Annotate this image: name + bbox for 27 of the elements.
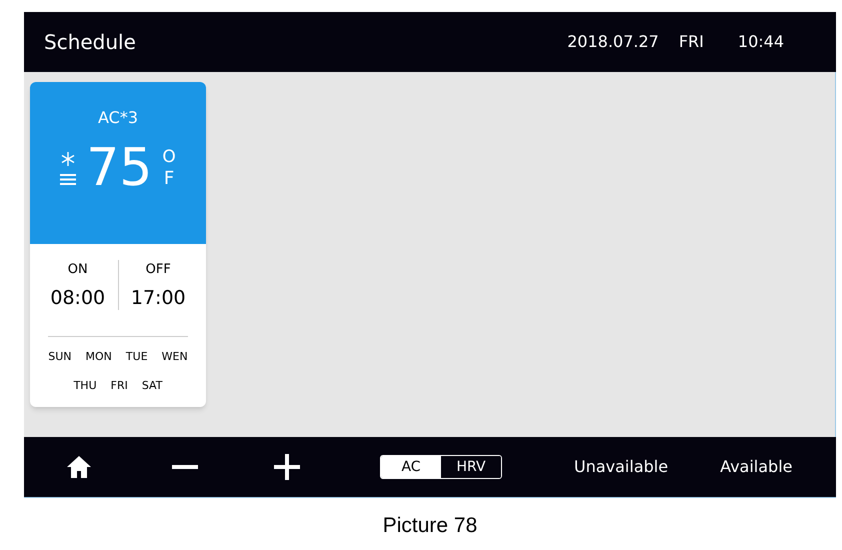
on-label: ON <box>68 261 88 279</box>
off-time: 17:00 <box>130 286 186 310</box>
weekday-label: TUE <box>126 349 148 365</box>
figure-caption: Picture 78 <box>382 513 478 539</box>
weekday-label: MON <box>86 349 112 365</box>
weekday-label: THU <box>74 378 97 394</box>
screen-title: Schedule <box>44 29 136 56</box>
weekday-label: SAT <box>142 378 162 394</box>
off-label: OFF <box>146 261 171 279</box>
unavailable-label[interactable]: Unavailable <box>574 455 668 479</box>
available-label[interactable]: Available <box>720 455 792 479</box>
unit-name: AC*3 <box>98 107 138 129</box>
weekday-label: WEN <box>162 349 188 365</box>
mode-toggle-option[interactable]: AC <box>381 456 441 478</box>
plus-icon[interactable] <box>274 454 300 480</box>
on-time: 08:00 <box>50 286 106 310</box>
degree-mark: O <box>162 148 176 166</box>
temperature-value: 75 <box>86 142 152 194</box>
home-icon[interactable] <box>66 455 92 479</box>
temperature-unit: F <box>164 170 174 188</box>
weekday-text: FRI <box>678 31 704 53</box>
date-text: 2018.07.27 <box>567 31 659 53</box>
weekday-label: SUN <box>48 349 72 365</box>
fan-speed-icon <box>60 174 76 184</box>
snowflake-icon <box>61 152 76 166</box>
weekday-label: FRI <box>110 378 128 394</box>
time-text: 10:44 <box>738 31 784 53</box>
